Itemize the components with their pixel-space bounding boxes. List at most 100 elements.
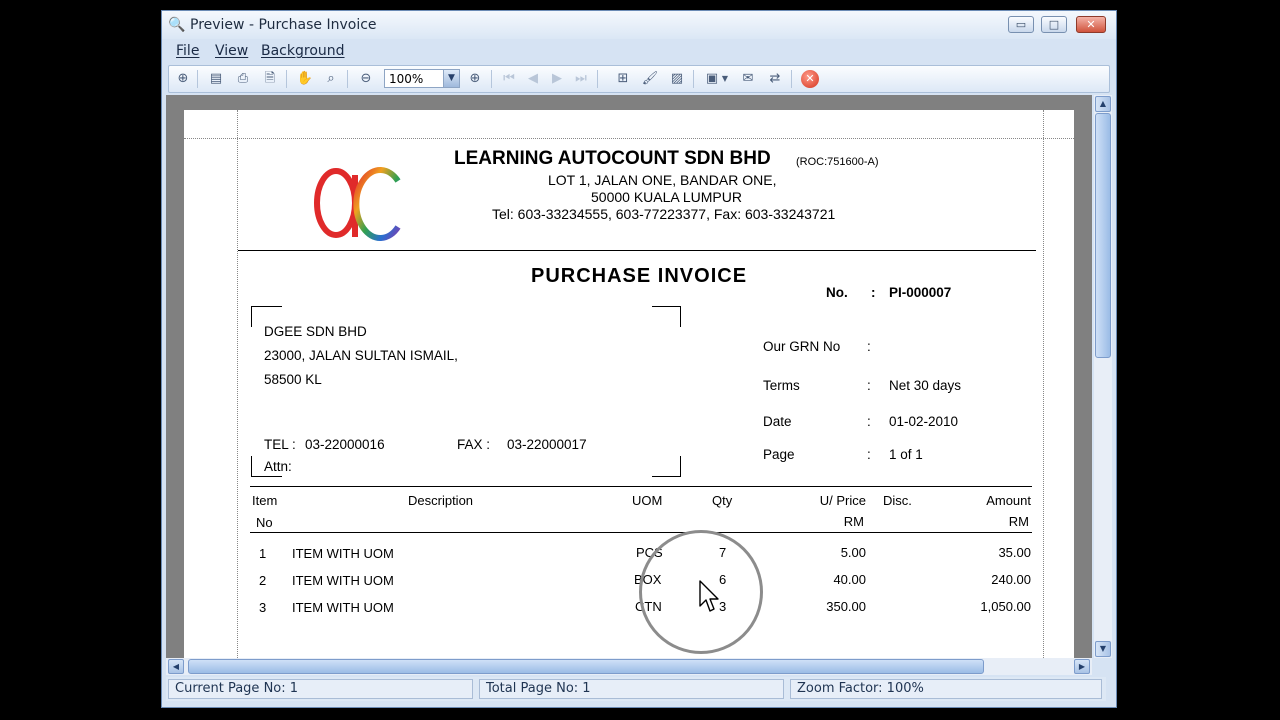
zoom-factor-status: Zoom Factor: 100% xyxy=(790,679,1102,699)
multiple-pages-icon[interactable]: ⊞ xyxy=(613,70,633,88)
scroll-right-icon[interactable]: ▶ xyxy=(1074,659,1090,674)
col-item-no: No xyxy=(256,515,273,530)
print-icon[interactable]: ⎙ xyxy=(233,70,253,88)
row-no: 1 xyxy=(259,546,267,561)
export-dropdown-icon[interactable]: ▼ xyxy=(720,70,730,88)
menu-file[interactable]: File xyxy=(176,43,199,59)
table-header-rule-bottom xyxy=(250,532,1032,533)
horizontal-scrollbar[interactable]: ◀ ▶ xyxy=(166,658,1092,675)
menu-view[interactable]: View xyxy=(215,43,248,59)
grn-sep: : xyxy=(867,339,871,354)
document-viewport[interactable]: LEARNING AUTOCOUNT SDN BHD (ROC:751600-A… xyxy=(166,95,1092,658)
page-label: Page xyxy=(763,447,795,462)
supplier-address-line1: 23000, JALAN SULTAN ISMAIL, xyxy=(264,348,458,363)
supplier-fax-label: FAX : xyxy=(457,437,491,452)
header-rule xyxy=(238,250,1036,251)
col-item: Item xyxy=(252,493,278,508)
row-unit-price: 5.00 xyxy=(840,545,866,560)
title-bar: 🔍 Preview - Purchase Invoice ▭ □ ✕ xyxy=(162,11,1116,39)
supplier-fax-value: 03-22000017 xyxy=(507,437,587,452)
previous-page-icon[interactable]: ◀ xyxy=(523,70,543,88)
terms-value: Net 30 days xyxy=(889,378,962,393)
margin-guide xyxy=(237,110,238,658)
document-title: PURCHASE INVOICE xyxy=(531,265,748,287)
menu-bar: File View Background xyxy=(162,39,1116,63)
export-document-icon[interactable]: ▣ xyxy=(702,70,722,88)
magnifier-icon[interactable]: ⌕ xyxy=(321,70,341,88)
col-amount-currency: RM xyxy=(1008,514,1029,529)
chevron-down-icon[interactable]: ▼ xyxy=(443,70,459,87)
email-icon[interactable]: ✉ xyxy=(738,70,758,88)
toolbar: ⊕ ▤ ⎙ 🗎 ✋ ⌕ ⊖ 100% ▼ ⊕ ⏮ ◀ ▶ ⏭ ⊞ 🖌 ▨ ▣ ▼… xyxy=(168,65,1110,93)
scroll-down-icon[interactable]: ▼ xyxy=(1095,641,1111,657)
page-color-icon[interactable]: 🖌 xyxy=(640,70,660,88)
window-title: Preview - Purchase Invoice xyxy=(190,17,377,33)
minimize-button[interactable]: ▭ xyxy=(1008,16,1034,33)
company-logo xyxy=(314,167,401,241)
preview-icon: 🔍 xyxy=(168,17,186,33)
invoice-no-sep: : xyxy=(871,285,876,300)
supplier-tel-value: 03-22000016 xyxy=(305,437,385,452)
zoom-in-icon[interactable]: ⊕ xyxy=(465,70,485,88)
col-unit-price-currency: RM xyxy=(843,514,864,529)
row-unit-price: 350.00 xyxy=(826,599,866,614)
vertical-scroll-thumb[interactable] xyxy=(1095,113,1111,358)
margin-guide xyxy=(1043,110,1044,658)
company-address-line2: 50000 KUALA LUMPUR xyxy=(591,189,742,205)
preview-window: 🔍 Preview - Purchase Invoice ▭ □ ✕ File … xyxy=(161,10,1117,708)
zoom-select[interactable]: 100% ▼ xyxy=(384,69,460,88)
company-roc: (ROC:751600-A) xyxy=(796,156,879,168)
vertical-scrollbar[interactable]: ▲ ▼ xyxy=(1094,95,1112,658)
invoice-no-label: No. xyxy=(826,285,848,300)
last-page-icon[interactable]: ⏭ xyxy=(571,70,591,88)
grn-label: Our GRN No xyxy=(763,339,841,354)
menu-background[interactable]: Background xyxy=(261,43,345,59)
invoice-page: LEARNING AUTOCOUNT SDN BHD (ROC:751600-A… xyxy=(184,110,1074,658)
row-no: 2 xyxy=(259,573,267,588)
scroll-up-icon[interactable]: ▲ xyxy=(1095,96,1111,112)
row-no: 3 xyxy=(259,600,267,615)
col-disc: Disc. xyxy=(883,493,912,508)
address-box-corner xyxy=(652,306,681,327)
watermark-icon[interactable]: ▨ xyxy=(667,70,687,88)
scroll-left-icon[interactable]: ◀ xyxy=(168,659,184,674)
export-icon[interactable]: 🗎 xyxy=(260,70,280,88)
horizontal-scroll-thumb[interactable] xyxy=(188,659,984,674)
row-amount: 240.00 xyxy=(991,572,1031,587)
col-qty: Qty xyxy=(712,493,733,508)
col-uom: UOM xyxy=(632,493,663,508)
status-bar: Current Page No: 1 Total Page No: 1 Zoom… xyxy=(166,677,1106,701)
invoice-no-value: PI-000007 xyxy=(889,285,952,300)
row-amount: 35.00 xyxy=(998,545,1031,560)
row-description: ITEM WITH UOM xyxy=(292,600,394,615)
zoom-out-icon[interactable]: ⊖ xyxy=(356,70,376,88)
supplier-address-line2: 58500 KL xyxy=(264,372,322,387)
maximize-button[interactable]: □ xyxy=(1041,16,1067,33)
table-header-rule-top xyxy=(250,486,1032,487)
supplier-name: DGEE SDN BHD xyxy=(264,324,367,339)
next-page-icon[interactable]: ▶ xyxy=(547,70,567,88)
send-icon[interactable]: ⇄ xyxy=(765,70,785,88)
supplier-attn-label: Attn: xyxy=(264,459,292,474)
row-amount: 1,050.00 xyxy=(980,599,1031,614)
company-name: LEARNING AUTOCOUNT SDN BHD xyxy=(454,148,771,169)
col-unit-price: U/ Price xyxy=(819,493,866,508)
col-description: Description xyxy=(408,493,474,508)
row-description: ITEM WITH UOM xyxy=(292,546,394,561)
page-value: 1 of 1 xyxy=(889,447,923,462)
first-page-icon[interactable]: ⏮ xyxy=(499,70,519,88)
close-button[interactable]: ✕ xyxy=(1076,16,1106,33)
page-sep: : xyxy=(867,447,871,462)
close-preview-icon[interactable]: ✕ xyxy=(801,70,819,88)
hand-tool-icon[interactable]: ✋ xyxy=(295,70,315,88)
date-value: 01-02-2010 xyxy=(889,414,959,429)
page-setup-icon[interactable]: ▤ xyxy=(206,70,226,88)
terms-sep: : xyxy=(867,378,871,393)
company-contact: Tel: 603-33234555, 603-77223377, Fax: 60… xyxy=(492,206,836,222)
terms-label: Terms xyxy=(763,378,800,393)
company-address-line1: LOT 1, JALAN ONE, BANDAR ONE, xyxy=(548,172,777,188)
current-page-status: Current Page No: 1 xyxy=(168,679,473,699)
total-page-status: Total Page No: 1 xyxy=(479,679,784,699)
binoculars-icon[interactable]: ⊕ xyxy=(173,70,193,88)
row-unit-price: 40.00 xyxy=(833,572,866,587)
